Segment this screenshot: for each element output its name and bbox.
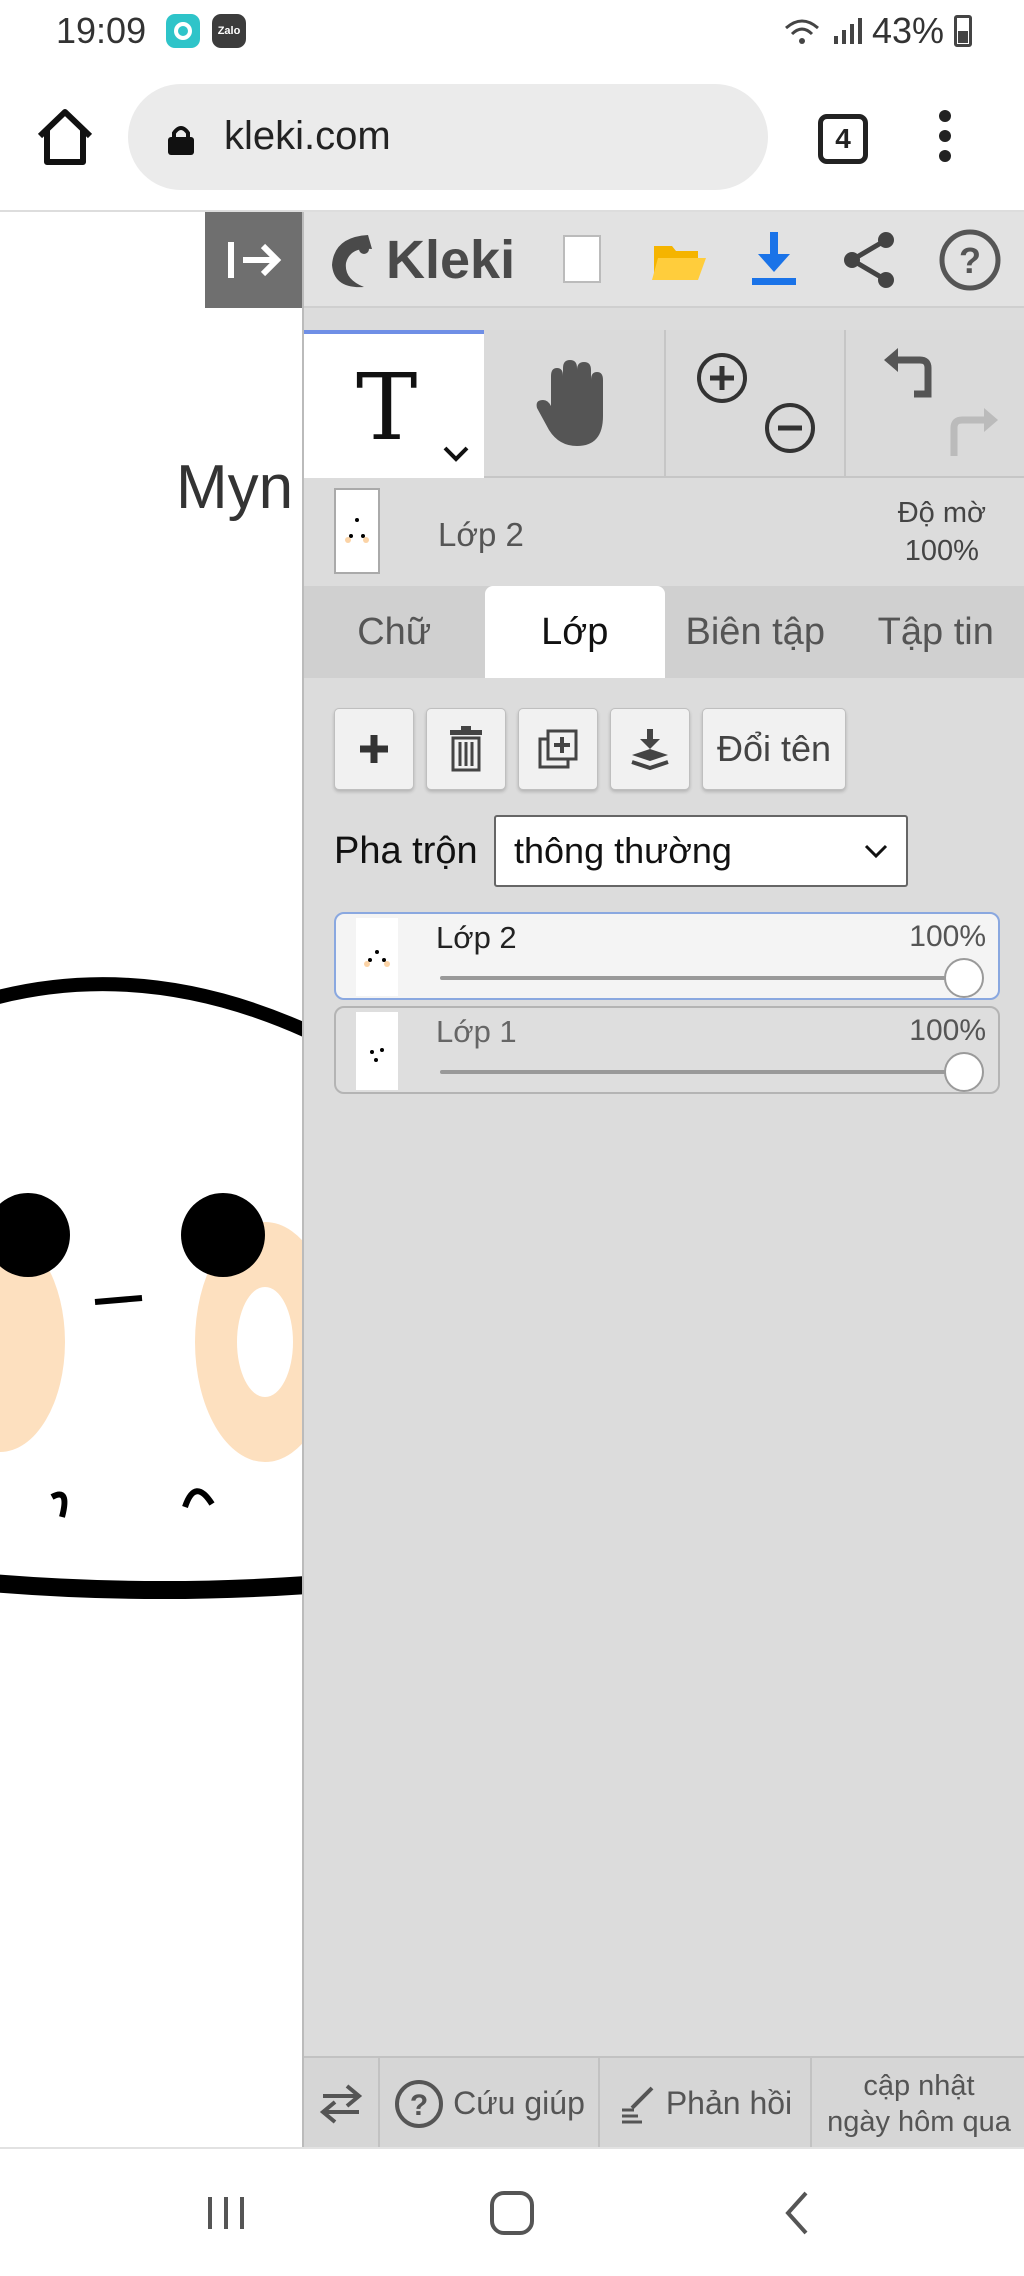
system-nav-bar (0, 2147, 1024, 2276)
update-info[interactable]: cập nhật ngày hôm qua (812, 2058, 1024, 2149)
status-right: 43% (782, 10, 972, 52)
undo-icon[interactable] (880, 346, 940, 406)
duplicate-icon (538, 729, 578, 769)
duplicate-layer-button[interactable] (518, 708, 598, 790)
layer-name: Lớp 2 (436, 920, 517, 955)
hand-icon (536, 360, 603, 446)
panel-top-bar: Kleki ? (304, 212, 1024, 308)
layer-item-1[interactable]: Lớp 1 100% (334, 1006, 1000, 1094)
feedback-icon (621, 2086, 654, 2123)
trash-icon (450, 726, 482, 772)
share-icon[interactable] (834, 224, 906, 296)
signal-icon (833, 18, 862, 44)
back-icon[interactable] (768, 2183, 828, 2243)
kleki-logo-icon (332, 235, 372, 288)
swap-sides-button[interactable] (304, 2058, 380, 2149)
home-nav-icon[interactable] (482, 2183, 542, 2243)
current-layer-thumbnail (334, 488, 380, 574)
zoom-controls (666, 330, 846, 478)
download-icon[interactable] (738, 224, 810, 296)
browser-toolbar: kleki.com 4 (0, 62, 1024, 212)
canvas-drawing (0, 977, 302, 1600)
recent-apps-icon[interactable] (196, 2183, 256, 2243)
layer-opacity-handle[interactable] (944, 958, 984, 998)
layer-name: Lớp 1 (436, 1014, 517, 1049)
panel-footer: ? Cứu giúp Phản hồi cập nhật ngày hôm qu… (304, 2056, 1024, 2149)
zoom-out-icon[interactable] (762, 400, 818, 456)
tool-row: T (304, 330, 1024, 478)
svg-text:?: ? (410, 2089, 428, 2122)
add-layer-button[interactable] (334, 708, 414, 790)
help-icon[interactable]: ? (934, 224, 1006, 296)
zoom-in-icon[interactable] (694, 350, 750, 406)
tab-switcher-button[interactable]: 4 (818, 114, 868, 164)
collapse-arrow-icon (228, 242, 282, 278)
layer-opacity-slider[interactable] (440, 976, 972, 980)
help-button[interactable]: ? Cứu giúp (380, 2058, 600, 2149)
delete-layer-button[interactable] (426, 708, 506, 790)
new-image-icon[interactable] (546, 224, 618, 296)
tab-text[interactable]: Chữ (304, 586, 485, 678)
url-text: kleki.com (224, 114, 391, 158)
chevron-down-icon[interactable] (442, 444, 470, 464)
svg-text:?: ? (959, 240, 981, 281)
collapse-panel-button[interactable] (205, 212, 302, 308)
text-tool-icon: T (356, 354, 418, 461)
lock-icon (168, 126, 194, 155)
current-layer-name: Lớp 2 (438, 516, 524, 553)
overflow-menu-icon[interactable] (930, 110, 960, 170)
kleki-logo: Kleki (324, 224, 515, 296)
rename-layer-button[interactable]: Đổi tên (702, 708, 847, 790)
merge-down-icon (631, 729, 669, 771)
home-icon[interactable] (30, 102, 100, 172)
current-layer-info: Lớp 2 Độ mờ 100% (304, 480, 1024, 586)
layer-opacity-value: 100% (909, 1014, 986, 1047)
update-line-2: ngày hôm qua (827, 2105, 1011, 2138)
swap-arrows-icon (319, 2083, 363, 2124)
layer-thumbnail (356, 918, 398, 996)
blend-mode-value: thông thường (514, 830, 732, 871)
battery-percent: 43% (871, 10, 944, 51)
panel-tabs: Chữ Lớp Biên tập Tập tin (304, 586, 1024, 678)
help-icon: ? (395, 2079, 444, 2128)
status-time: 19:09 (56, 10, 147, 51)
plus-icon (360, 735, 388, 763)
app-name: Kleki (386, 230, 516, 290)
drawing-canvas[interactable]: Myn (0, 212, 302, 2147)
layer-item-2[interactable]: Lớp 2 100% (334, 912, 1000, 1000)
messenger-app-icon (166, 14, 200, 48)
current-layer-opacity: Độ mờ 100% (898, 494, 986, 570)
layer-actions: Đổi tên (334, 708, 847, 790)
opacity-value: 100% (904, 535, 979, 567)
history-controls (846, 330, 1024, 478)
battery-icon (954, 15, 972, 47)
layer-opacity-handle[interactable] (944, 1052, 984, 1092)
update-line-1: cập nhật (863, 2069, 975, 2102)
layer-opacity-slider[interactable] (440, 1070, 972, 1074)
side-panel: Kleki ? T Lớp 2 Độ mờ 100% Chữ Lớp Biên … (302, 212, 1024, 2149)
help-label: Cứu giúp (453, 2085, 585, 2121)
tab-edit[interactable]: Biên tập (665, 586, 846, 678)
hand-tool-button[interactable] (486, 330, 666, 478)
blend-mode-row: Pha trộn thông thường (334, 815, 934, 887)
blend-mode-select[interactable]: thông thường (494, 815, 908, 887)
status-bar: 19:09 Zalo 43% (0, 0, 1024, 62)
chevron-down-icon (864, 844, 888, 859)
address-bar[interactable]: kleki.com (128, 84, 768, 190)
layer-opacity-value: 100% (909, 920, 986, 953)
merge-down-button[interactable] (610, 708, 690, 790)
tab-file[interactable]: Tập tin (846, 586, 1024, 678)
layer-thumbnail (356, 1012, 398, 1090)
blend-mode-label: Pha trộn (334, 829, 478, 872)
feedback-label: Phản hồi (665, 2085, 793, 2121)
open-folder-icon[interactable] (644, 224, 716, 296)
zalo-app-icon: Zalo (212, 14, 246, 48)
redo-icon[interactable] (942, 406, 1002, 466)
feedback-button[interactable]: Phản hồi (600, 2058, 812, 2149)
opacity-label: Độ mờ (897, 497, 986, 529)
wifi-icon (784, 19, 819, 44)
text-tool-button[interactable]: T (304, 330, 484, 478)
tab-layers[interactable]: Lớp (484, 586, 665, 678)
